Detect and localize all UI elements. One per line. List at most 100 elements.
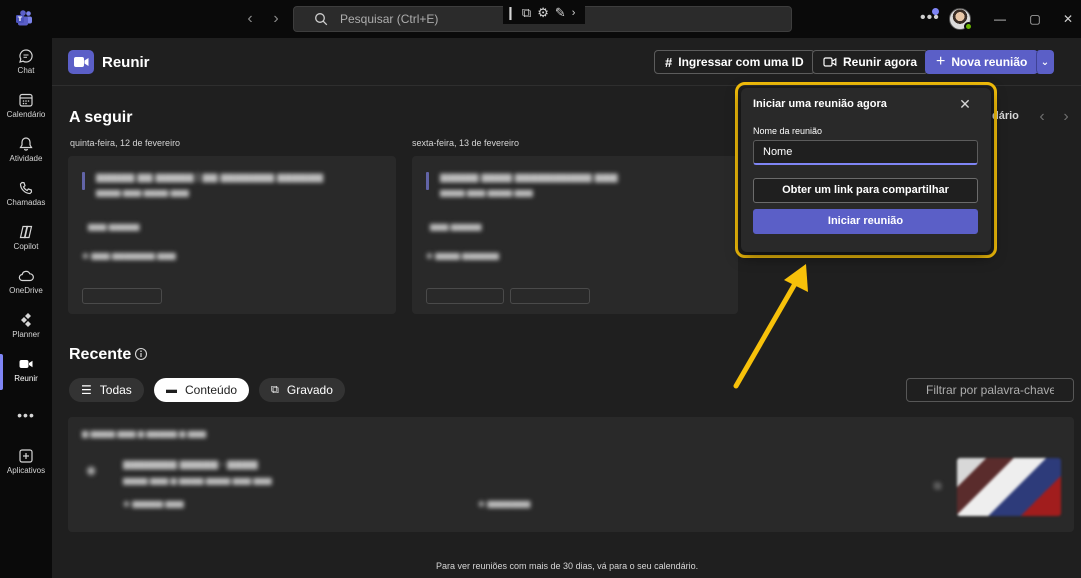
- meet-app-icon: [68, 50, 94, 74]
- meeting-name-input[interactable]: [754, 141, 977, 163]
- start-meeting-button[interactable]: Iniciar reunião: [753, 209, 978, 234]
- rail-item-onedrive[interactable]: OneDrive: [0, 262, 52, 304]
- chevron-right-icon[interactable]: ›: [572, 5, 576, 21]
- folder-icon: ▬: [166, 384, 177, 396]
- rail-item-chat[interactable]: Chat: [0, 42, 52, 84]
- chat-icon: [19, 49, 33, 63]
- footer-note: Para ver reuniões com mais de 30 dias, v…: [436, 561, 699, 571]
- rail-item-calls[interactable]: Chamadas: [0, 174, 52, 216]
- new-meeting-label: Nova reunião: [951, 55, 1028, 69]
- title-bar: T ‹ › ❙ ⧉ ⚙ ✎ › ••• — ▢ ✕: [0, 0, 1081, 38]
- keyword-filter-box[interactable]: [906, 378, 1074, 402]
- copilot-icon: [19, 225, 33, 239]
- join-with-id-label: Ingressar com uma ID: [678, 55, 804, 69]
- rail-label: Aplicativos: [6, 466, 46, 475]
- list-icon: ☰: [81, 383, 92, 397]
- settings-gear-icon[interactable]: ⚙: [537, 5, 549, 21]
- cloud-icon: [18, 270, 34, 282]
- meet-now-button[interactable]: Reunir agora: [812, 50, 929, 74]
- filter-all-button[interactable]: ☰ Todas: [69, 378, 144, 402]
- day-date-label: quinta-feira, 12 de fevereiro: [70, 138, 181, 148]
- new-meeting-button[interactable]: + Nova reunião: [925, 50, 1039, 74]
- chevron-down-icon: ⌄: [1040, 56, 1050, 68]
- info-icon[interactable]: [134, 347, 148, 361]
- page-title: Reunir: [102, 54, 150, 71]
- add-app-icon: [19, 449, 33, 463]
- filter-recorded-button[interactable]: ⧉ Gravado: [259, 378, 345, 402]
- blurred-organizer: ◉ ▆▆▆ ▆▆▆▆▆▆▆ ▆▆▆: [82, 251, 176, 260]
- card-color-bar: [426, 172, 429, 190]
- recording-icon: ⧉: [271, 383, 279, 396]
- presence-available-icon: [964, 22, 973, 31]
- annotation-arrow-icon: [733, 264, 808, 389]
- screen-share-icon[interactable]: ⧉: [522, 5, 531, 21]
- teams-logo-icon[interactable]: T: [14, 9, 34, 29]
- upcoming-prev-icon[interactable]: ‹: [1034, 108, 1050, 126]
- keyword-filter-input[interactable]: [907, 379, 1073, 401]
- meeting-name-field[interactable]: [753, 140, 978, 165]
- blurred-meeting-time: ▆▆▆▆ ▆▆▆ ▆▆▆▆ ▆▆▆: [440, 188, 533, 197]
- rail-item-apps[interactable]: Aplicativos: [0, 442, 52, 484]
- blurred-attendees: ◉ ▆▆▆▆ ▆▆▆▆▆▆: [426, 251, 499, 260]
- video-icon: [19, 360, 33, 368]
- blurred-meeting-icon: ◉: [86, 463, 97, 477]
- rail-item-calendar[interactable]: Calendário: [0, 86, 52, 128]
- pin-icon[interactable]: ✎: [555, 5, 566, 21]
- filter-label: Conteúdo: [185, 383, 238, 397]
- grip-icon[interactable]: ❙: [505, 5, 516, 21]
- blurred-date-header: ▆ ▆▆▆▆ ▆▆▆ ▆ ▆▆▆▆▆ ▆ ▆▆▆: [82, 429, 207, 438]
- rail-item-meet[interactable]: Reunir: [0, 350, 52, 392]
- rail-label: Chat: [17, 66, 35, 75]
- app-rail: Chat Calendário Atividade Chamadas Copil…: [0, 38, 52, 578]
- rail-label: Copilot: [13, 242, 39, 251]
- svg-text:T: T: [18, 15, 23, 23]
- page-header: Reunir # Ingressar com uma ID Reunir ago…: [52, 38, 1081, 86]
- upcoming-meeting-card[interactable]: ▆▆▆▆▆ ▆▆▆▆ ▆▆▆▆▆▆▆▆▆▆ ▆▆▆ ▆▆▆▆ ▆▆▆ ▆▆▆▆ …: [412, 156, 738, 314]
- join-with-id-button[interactable]: # Ingressar com uma ID: [654, 50, 815, 74]
- blurred-participants: ◉ ▆▆▆▆▆ ▆▆▆: [123, 499, 184, 508]
- notification-dot: [932, 8, 939, 15]
- popover-title: Iniciar uma reunião agora: [753, 98, 887, 110]
- filter-content-button[interactable]: ▬ Conteúdo: [154, 378, 250, 402]
- upcoming-title: A seguir: [69, 109, 133, 126]
- card-action-pill[interactable]: [426, 288, 504, 304]
- rail-label: OneDrive: [9, 286, 43, 295]
- more-apps-icon[interactable]: •••: [0, 407, 52, 423]
- card-action-pill[interactable]: [82, 288, 162, 304]
- minimize-button[interactable]: —: [990, 10, 1010, 28]
- screen-tool-overlay: ❙ ⧉ ⚙ ✎ ›: [503, 2, 585, 24]
- card-color-bar: [82, 172, 85, 190]
- upcoming-next-icon[interactable]: ›: [1058, 108, 1074, 126]
- blurred-transcript: ◉ ▆▆▆▆▆▆▆: [478, 499, 531, 508]
- blurred-meeting-title: ▆▆▆▆▆ ▆▆ ▆▆▆▆▆ | ▆▆ ▆▆▆▆▆▆▆ ▆▆▆▆▆▆: [96, 172, 324, 183]
- planner-icon: [21, 313, 31, 327]
- forward-arrow-icon[interactable]: ›: [268, 10, 284, 28]
- blurred-meeting-tag: ▆▆▆ ▆▆▆▆▆: [430, 222, 482, 231]
- recording-thumbnail[interactable]: [957, 458, 1061, 516]
- rail-item-activity[interactable]: Atividade: [0, 130, 52, 172]
- filter-label: Gravado: [286, 383, 333, 397]
- blurred-copy-icon: ⧉: [934, 481, 942, 492]
- blurred-meeting-time: ▆▆▆▆ ▆▆▆ ▆▆▆▆ ▆▆▆: [96, 188, 189, 197]
- close-icon[interactable]: ✕: [957, 96, 973, 112]
- hash-icon: #: [665, 54, 673, 70]
- maximize-button[interactable]: ▢: [1025, 10, 1045, 28]
- filter-label: Todas: [99, 383, 132, 397]
- meet-now-label: Reunir agora: [843, 55, 918, 69]
- get-share-link-button[interactable]: Obter um link para compartilhar: [753, 178, 978, 203]
- rail-item-planner[interactable]: Planner: [0, 306, 52, 348]
- bell-icon: [19, 137, 33, 151]
- calendar-icon: [19, 93, 33, 107]
- phone-icon: [19, 181, 33, 195]
- rail-item-copilot[interactable]: Copilot: [0, 218, 52, 260]
- close-window-button[interactable]: ✕: [1058, 10, 1078, 28]
- back-arrow-icon[interactable]: ‹: [242, 10, 258, 28]
- card-action-pill[interactable]: [510, 288, 590, 304]
- recent-meeting-panel[interactable]: ▆ ▆▆▆▆ ▆▆▆ ▆ ▆▆▆▆▆ ▆ ▆▆▆ ◉ ▆▆▆▆▆▆▆ ▆▆▆▆▆…: [68, 417, 1074, 532]
- blurred-meeting-time: ▆▆▆▆ ▆▆▆ ▆ ▆▆▆▆ ▆▆▆▆ ▆▆▆ ▆▆▆: [123, 476, 272, 485]
- start-meeting-popover: Iniciar uma reunião agora ✕ Nome da reun…: [741, 88, 991, 252]
- day-date-label: sexta-feira, 13 de fevereiro: [412, 138, 520, 148]
- blurred-meeting-title: ▆▆▆▆▆▆▆ ▆▆▆▆▆ - ▆▆▆▆: [123, 459, 258, 470]
- new-meeting-dropdown-button[interactable]: ⌄: [1036, 50, 1054, 74]
- upcoming-meeting-card[interactable]: ▆▆▆▆▆ ▆▆ ▆▆▆▆▆ | ▆▆ ▆▆▆▆▆▆▆ ▆▆▆▆▆▆ ▆▆▆▆ …: [68, 156, 396, 314]
